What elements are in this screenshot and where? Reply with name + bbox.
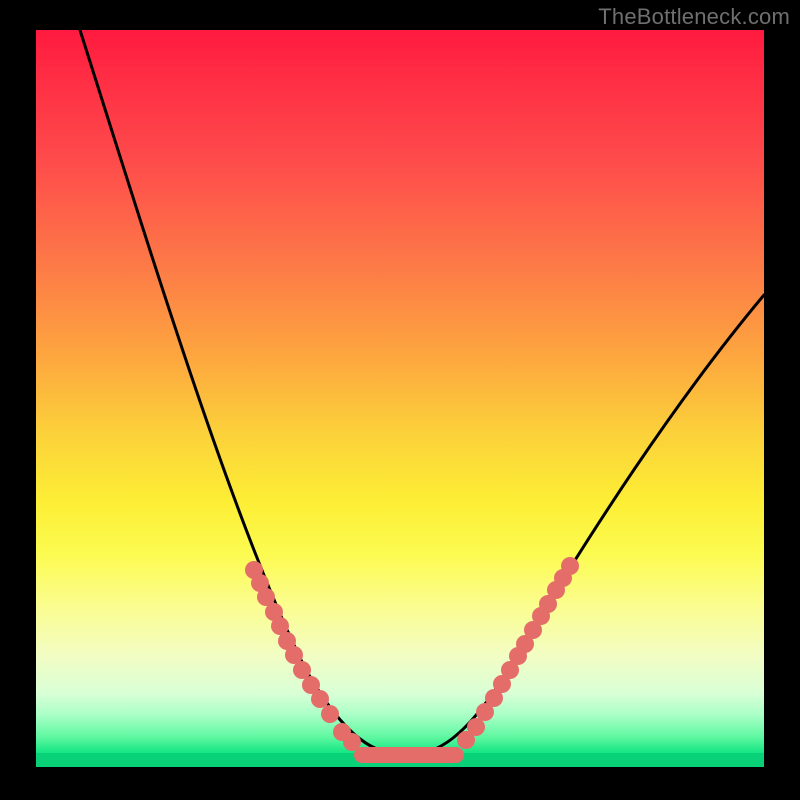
plot-area — [36, 30, 764, 767]
frame-left — [0, 0, 36, 800]
data-point-dot — [311, 690, 329, 708]
frame-bottom — [0, 767, 800, 800]
bottleneck-curve — [80, 30, 764, 755]
chart-stage: TheBottleneck.com — [0, 0, 800, 800]
watermark-text: TheBottleneck.com — [598, 4, 790, 30]
right-branch-dots — [457, 557, 579, 749]
valley-flat-segment — [354, 747, 464, 763]
data-point-dot — [467, 718, 485, 736]
data-point-dot — [561, 557, 579, 575]
curve-layer — [36, 30, 764, 767]
data-point-dot — [321, 705, 339, 723]
frame-right — [764, 0, 800, 800]
data-point-dot — [293, 661, 311, 679]
